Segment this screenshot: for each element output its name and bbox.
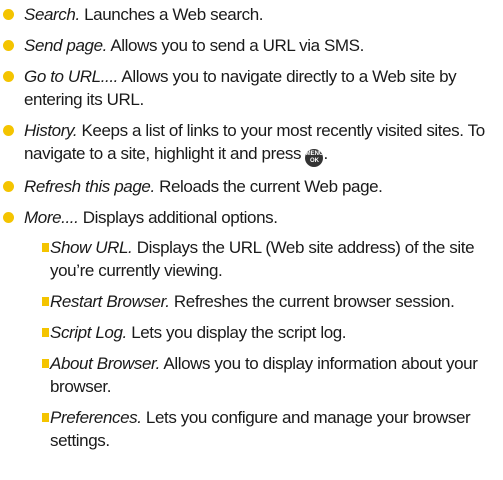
sub-bullet-icon xyxy=(42,413,49,422)
bullet-icon xyxy=(3,71,14,82)
list-item-search: Search. Launches a Web search. xyxy=(0,3,503,26)
item-term: More.... xyxy=(24,208,79,227)
list-item-history: History. Keeps a list of links to your m… xyxy=(0,119,503,167)
bullet-icon xyxy=(3,40,14,51)
item-desc: Keeps a list of links to your most recen… xyxy=(24,121,485,163)
item-desc: Launches a Web search. xyxy=(79,5,264,24)
bullet-icon xyxy=(3,181,14,192)
more-sub-list: Show URL. Displays the URL (Web site add… xyxy=(24,236,497,452)
menu-key-label: MENU xyxy=(305,151,324,157)
sub-item-term: Script Log. xyxy=(50,323,127,342)
sub-item-preferences: Preferences. Lets you configure and mana… xyxy=(0,406,497,452)
bullet-icon xyxy=(3,9,14,20)
sub-item-script-log: Script Log. Lets you display the script … xyxy=(0,321,497,344)
sub-bullet-icon xyxy=(42,328,49,337)
item-term: Refresh this page. xyxy=(24,177,155,196)
sub-item-term: Preferences. xyxy=(50,408,142,427)
ok-key-label: OK xyxy=(309,158,319,164)
item-term: Search. xyxy=(24,5,80,24)
item-desc: Displays additional options. xyxy=(78,208,278,227)
sub-item-term: Restart Browser. xyxy=(50,292,170,311)
bullet-icon xyxy=(3,212,14,223)
sub-bullet-icon xyxy=(42,297,49,306)
item-term: History. xyxy=(24,121,78,140)
menu-ok-key-icon: MENU OK xyxy=(305,149,324,167)
sub-item-about-browser: About Browser. Allows you to display inf… xyxy=(0,352,497,398)
item-term: Send page. xyxy=(24,36,107,55)
sub-item-term: About Browser. xyxy=(50,354,160,373)
sub-item-show-url: Show URL. Displays the URL (Web site add… xyxy=(0,236,497,282)
list-item-go-to-url: Go to URL.... Allows you to navigate dir… xyxy=(0,65,503,111)
sub-item-restart-browser: Restart Browser. Refreshes the current b… xyxy=(0,290,497,313)
sub-item-desc: Lets you display the script log. xyxy=(126,323,347,342)
list-item-send-page: Send page. Allows you to send a URL via … xyxy=(0,34,503,57)
sub-bullet-icon xyxy=(42,359,49,368)
bullet-icon xyxy=(3,125,14,136)
item-desc-end: . xyxy=(323,144,328,163)
sub-bullet-icon xyxy=(42,243,49,252)
list-item-more: More.... Displays additional options. Sh… xyxy=(0,206,503,452)
item-desc: Reloads the current Web page. xyxy=(154,177,383,196)
sub-item-term: Show URL. xyxy=(50,238,133,257)
list-item-refresh: Refresh this page. Reloads the current W… xyxy=(0,175,503,198)
item-term: Go to URL.... xyxy=(24,67,119,86)
sub-item-desc: Refreshes the current browser session. xyxy=(169,292,455,311)
item-desc: Allows you to send a URL via SMS. xyxy=(106,36,364,55)
document-page: Search. Launches a Web search. Send page… xyxy=(0,0,503,480)
